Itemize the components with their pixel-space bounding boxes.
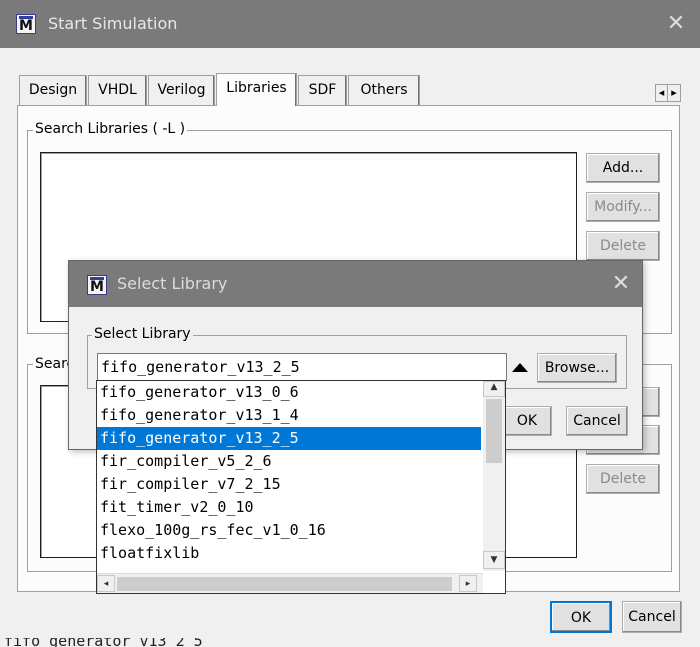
cancel-button[interactable]: Cancel (622, 601, 682, 633)
scroll-left-icon[interactable]: ◂ (656, 85, 668, 101)
modify-button[interactable]: Modify... (586, 192, 660, 222)
tab-vhdl[interactable]: VHDL (88, 75, 147, 106)
combo-arrow-up-icon[interactable] (510, 357, 530, 377)
app-logo-icon: M (16, 14, 36, 34)
library-combo-input[interactable]: fifo_generator_v13_2_5 (97, 353, 507, 381)
scroll-down-icon[interactable]: ▼ (483, 551, 505, 569)
second-delete-button[interactable]: Delete (586, 464, 660, 494)
tab-others[interactable]: Others (348, 75, 420, 106)
list-item[interactable]: fifo_generator_v13_0_6 (97, 381, 481, 404)
add-button[interactable]: Add... (586, 153, 660, 183)
search-libraries-label: Search Libraries ( -L ) (33, 121, 188, 137)
scroll-right-small-icon[interactable]: ▸ (459, 575, 477, 592)
list-item[interactable]: fir_compiler_v7_2_15 (97, 473, 481, 496)
hscroll-thumb[interactable] (117, 577, 452, 591)
list-item[interactable]: fifo_generator_v13_1_4 (97, 404, 481, 427)
scroll-up-icon[interactable]: ▲ (483, 381, 505, 397)
dropdown-vscrollbar[interactable]: ▲ ▼ (483, 381, 505, 571)
delete-button[interactable]: Delete (586, 231, 660, 261)
window-title: Start Simulation (48, 14, 178, 33)
dialog-logo-icon: M (87, 275, 107, 295)
tab-verilog[interactable]: Verilog (148, 75, 215, 106)
dropdown-items: fifo_generator_v13_0_6 fifo_generator_v1… (97, 381, 481, 571)
list-item[interactable]: flexo_100g_rs_fec_v1_0_16 (97, 519, 481, 542)
dialog-ok-button[interactable]: OK (502, 406, 552, 436)
scroll-right-icon[interactable]: ▸ (668, 85, 680, 101)
list-item[interactable]: fir_compiler_v5_2_6 (97, 450, 481, 473)
dialog-close-icon[interactable]: ✕ (609, 273, 633, 295)
library-dropdown-list[interactable]: fifo_generator_v13_0_6 fifo_generator_v1… (96, 380, 506, 594)
tab-libraries[interactable]: Libraries (216, 73, 297, 106)
select-library-group-label: Select Library (92, 326, 193, 342)
dialog-title: Select Library (117, 274, 228, 293)
close-icon[interactable]: ✕ (664, 13, 688, 35)
dropdown-hscrollbar[interactable]: ◂ ▸ (97, 573, 483, 593)
tab-design[interactable]: Design (19, 75, 87, 106)
vscroll-thumb[interactable] (486, 399, 502, 463)
window-titlebar: M Start Simulation ✕ (0, 0, 700, 48)
dialog-titlebar: M Select Library ✕ (69, 261, 642, 307)
scroll-left-small-icon[interactable]: ◂ (97, 575, 115, 592)
tab-scroller: ◂ ▸ (655, 84, 681, 102)
bottom-clipped-text: fifo_generator_v13_2_5 (4, 638, 203, 647)
list-item[interactable]: fit_timer_v2_0_10 (97, 496, 481, 519)
list-item[interactable]: floatfixlib (97, 542, 481, 565)
tab-sdf[interactable]: SDF (298, 75, 347, 106)
browse-button[interactable]: Browse... (537, 353, 617, 383)
dialog-cancel-button[interactable]: Cancel (566, 406, 628, 436)
bottom-clipped-line: fifo_generator_v13_2_5 (0, 638, 230, 647)
list-item-selected[interactable]: fifo_generator_v13_2_5 (97, 427, 481, 450)
ok-button[interactable]: OK (550, 601, 612, 633)
